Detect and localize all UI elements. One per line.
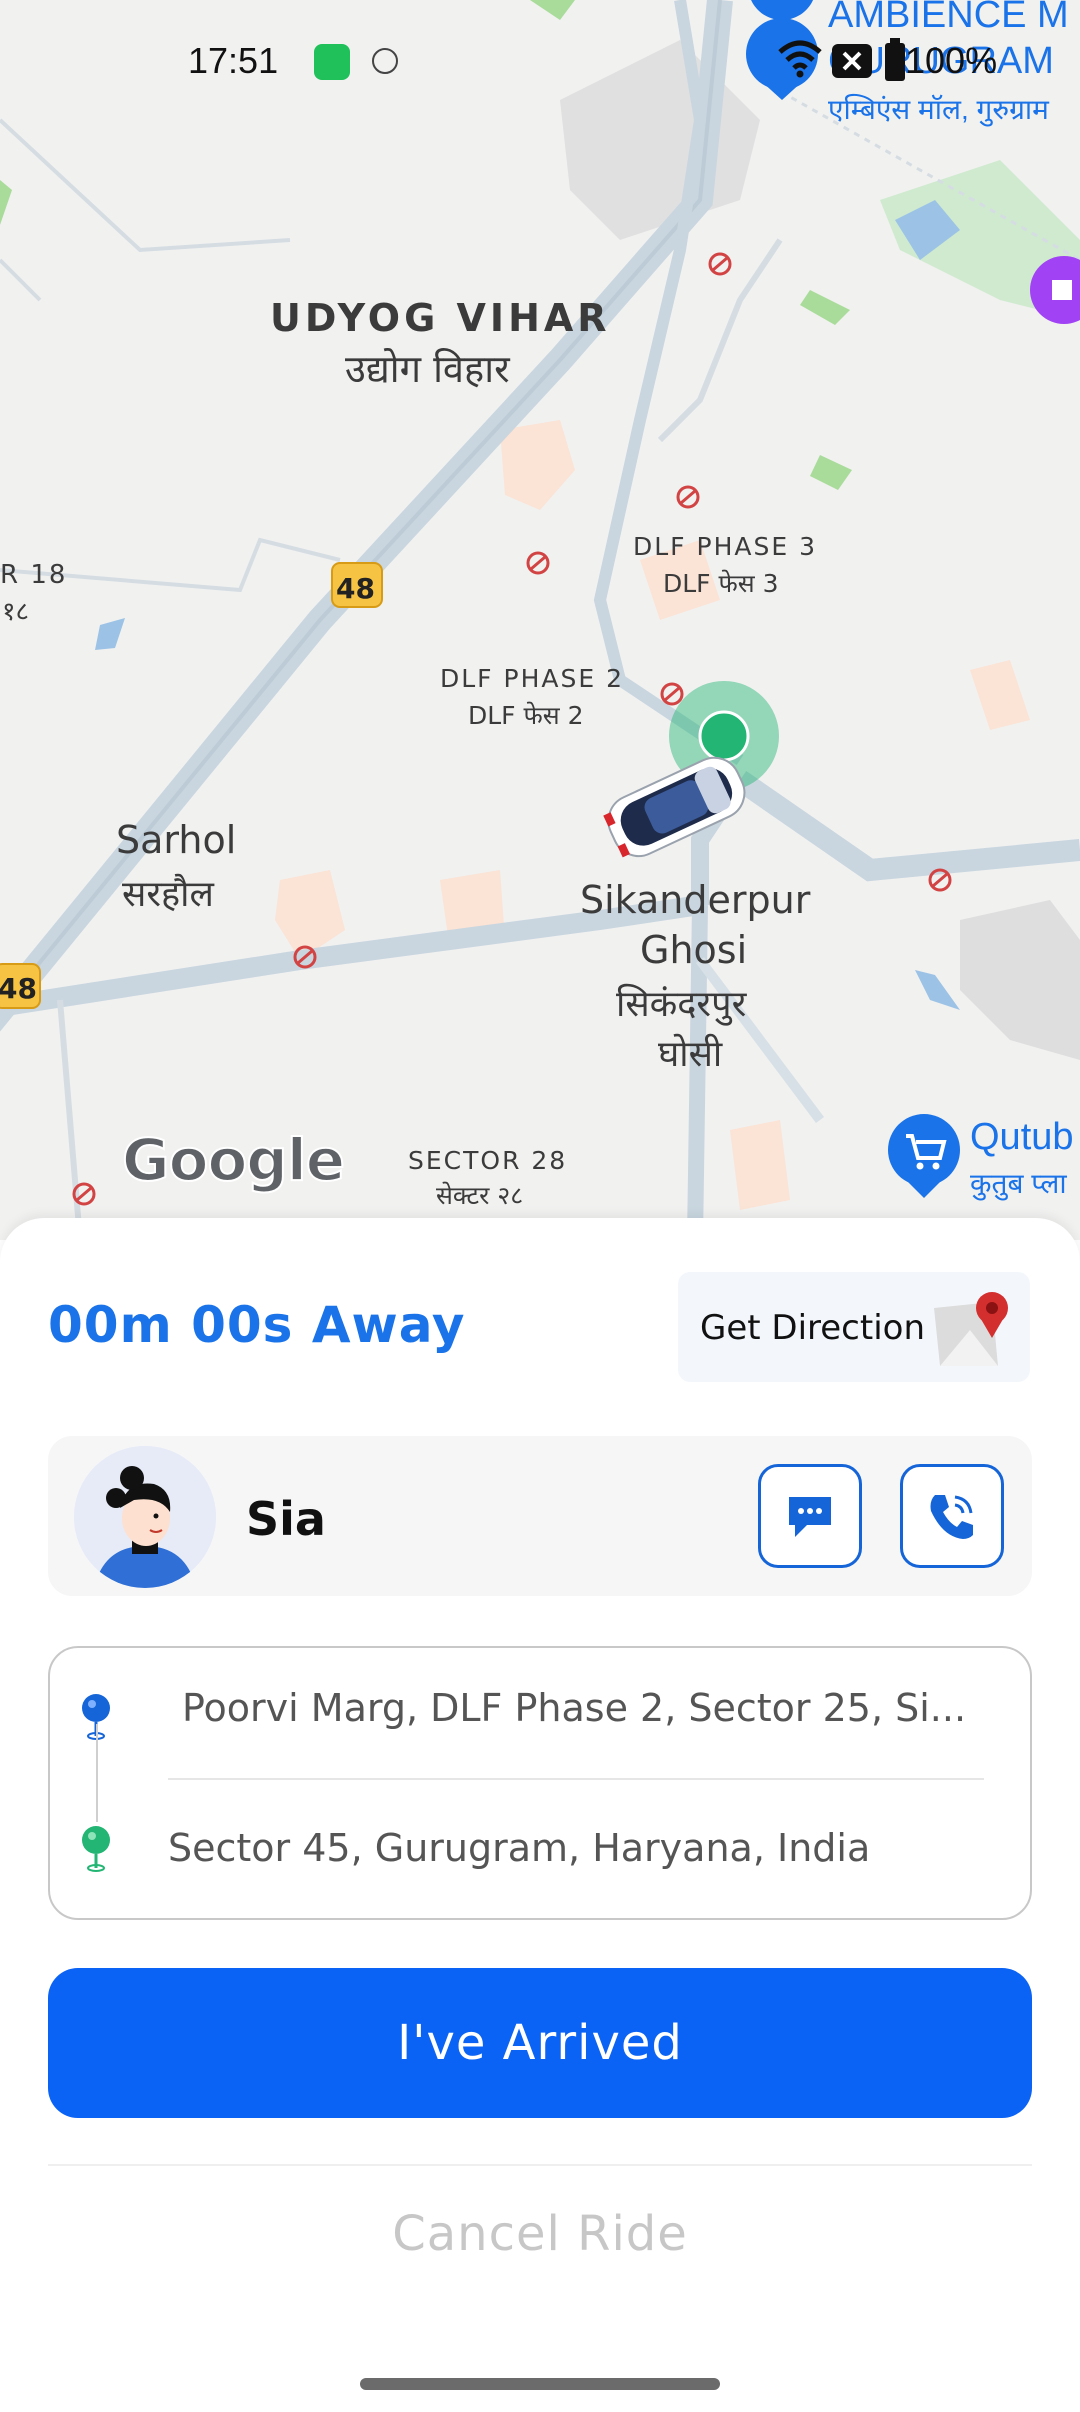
eta-text: 00m 00s Away: [48, 1296, 466, 1354]
no-signal-icon: [832, 44, 872, 78]
chat-button[interactable]: [758, 1464, 862, 1568]
map-label-ghosi-hindi: घोसी: [658, 1034, 723, 1075]
map-label-sector-18-hindi: १८: [2, 597, 30, 627]
drop-address[interactable]: Sector 45, Gurugram, Haryana, India: [168, 1826, 870, 1870]
map-roads: [0, 0, 1080, 1240]
battery-percent: 100%: [905, 40, 998, 81]
map-label-udyog-vihar: UDYOG VIHAR: [270, 296, 611, 340]
map-label-ghosi: Ghosi: [640, 928, 748, 972]
map-label-sarhol-hindi: सरहौल: [122, 874, 214, 915]
google-logo: Google: [121, 1125, 346, 1195]
map-label-sector-28-hindi: सेक्टर २८: [436, 1181, 524, 1210]
highway-shield-48: 48: [336, 572, 375, 605]
poi-label-qutub[interactable]: Qutub: [970, 1116, 1074, 1159]
map-label-sector-28: SECTOR 28: [408, 1146, 568, 1175]
call-button[interactable]: [900, 1464, 1004, 1568]
map-label-sikanderpur-hindi: सिकंदरपुर: [616, 984, 747, 1025]
driver-name: Sia: [246, 1492, 326, 1546]
status-bar: 17:51 100%: [0, 0, 1080, 120]
phone-icon: [930, 1495, 973, 1539]
wifi-icon: [778, 40, 822, 78]
get-direction-button[interactable]: Get Direction: [678, 1272, 1030, 1382]
status-time: 17:51: [188, 40, 279, 81]
map-label-dlf-phase-2: DLF PHASE 2: [440, 664, 624, 693]
map-pin-icon: [934, 1292, 1008, 1366]
cancel-ride-button[interactable]: Cancel Ride: [0, 2206, 1080, 2262]
route-connector: [96, 1724, 98, 1822]
arrived-button[interactable]: I've Arrived: [48, 1968, 1032, 2118]
route-summary: Poorvi Marg, DLF Phase 2, Sector 25, Si.…: [48, 1646, 1032, 1920]
map-label-sector-18: R 18: [0, 560, 68, 590]
divider: [48, 2164, 1032, 2166]
driver-card: Sia: [48, 1436, 1032, 1596]
map-label-udyog-vihar-hindi: उद्योग विहार: [345, 347, 510, 391]
map-label-dlf-phase-3-hindi: DLF फेस 3: [663, 569, 779, 598]
notification-icon: [372, 48, 398, 74]
map-label-sarhol: Sarhol: [116, 818, 237, 862]
driver-avatar: [74, 1446, 216, 1588]
map-label-dlf-phase-3: DLF PHASE 3: [633, 532, 817, 561]
battery-icon: [885, 38, 905, 81]
home-indicator[interactable]: [360, 2378, 720, 2390]
map-label-dlf-phase-2-hindi: DLF फेस 2: [468, 701, 584, 730]
highway-shield-48-west: 48: [0, 972, 37, 1005]
get-direction-label: Get Direction: [700, 1308, 926, 1348]
pickup-address[interactable]: Poorvi Marg, DLF Phase 2, Sector 25, Si.…: [182, 1686, 966, 1730]
map-label-sikanderpur: Sikanderpur: [580, 878, 811, 922]
map-view[interactable]: UDYOG VIHAR उद्योग विहार DLF PHASE 3 DLF…: [0, 0, 1080, 1240]
drop-pin-icon: [82, 1826, 110, 1872]
route-divider: [168, 1778, 984, 1780]
chat-icon: [789, 1497, 831, 1537]
poi-label-qutub-hindi[interactable]: कुतुब प्ला: [970, 1164, 1067, 1202]
battery-saver-icon: [314, 44, 350, 80]
